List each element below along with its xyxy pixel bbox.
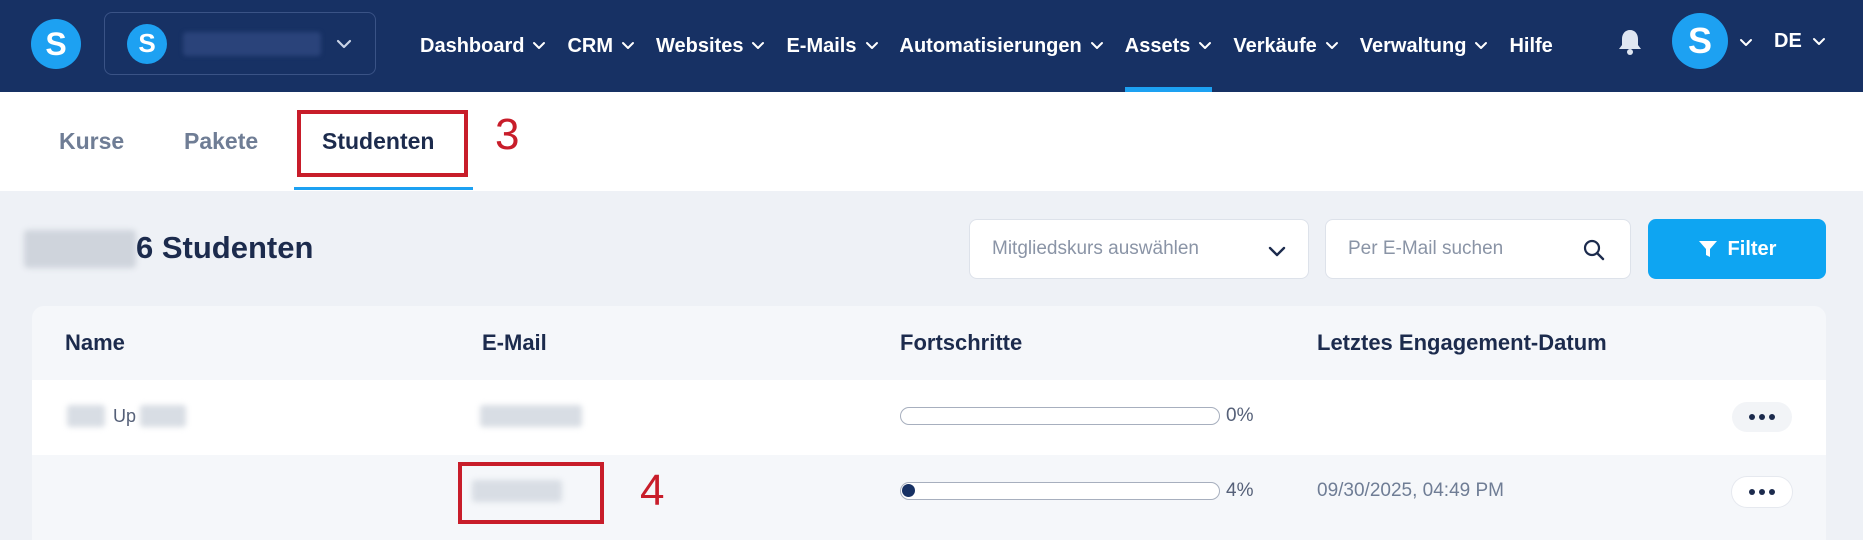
column-header-name: Name xyxy=(65,330,125,355)
chevron-down-icon xyxy=(1199,42,1212,49)
email-search-input[interactable] xyxy=(1348,238,1568,260)
chevron-down-icon xyxy=(1325,42,1338,49)
nav-item-verwaltung[interactable]: Verwaltung xyxy=(1360,0,1489,92)
account-logo: S xyxy=(127,23,167,64)
nav-item-e-mails[interactable]: E-Mails xyxy=(786,0,878,92)
chevron-down-icon[interactable] xyxy=(1738,35,1754,51)
column-header-last-engagement: Letztes Engagement-Datum xyxy=(1317,330,1607,355)
nav-item-websites[interactable]: Websites xyxy=(656,0,765,92)
name-redacted xyxy=(67,405,105,427)
app-logo[interactable]: S xyxy=(31,19,81,69)
nav-item-automatisierungen[interactable]: Automatisierungen xyxy=(900,0,1104,92)
nav-item-label: CRM xyxy=(567,34,614,57)
top-navigation-bar: S S Dashboard CRM Websites E-Mails Automatis… xyxy=(0,0,1863,92)
annotation-label-4: 4 xyxy=(640,466,665,515)
bell-icon[interactable] xyxy=(1617,28,1643,56)
progress-percent: 0% xyxy=(1226,405,1254,426)
nav-item-label: Websites xyxy=(656,34,744,57)
nav-item-label: E-Mails xyxy=(786,34,857,57)
filter-icon xyxy=(1698,241,1717,257)
annotation-box-4 xyxy=(458,462,604,524)
chevron-down-icon xyxy=(865,42,878,49)
nav-item-hilfe[interactable]: Hilfe xyxy=(1509,0,1552,92)
account-switcher[interactable]: S xyxy=(104,12,376,75)
progress-bar xyxy=(900,407,1220,425)
annotation-box-3 xyxy=(297,110,468,177)
student-name[interactable]: Up xyxy=(113,406,136,427)
nav-item-label: Assets xyxy=(1124,34,1191,57)
filter-button-label: Filter xyxy=(1727,237,1777,260)
account-name-redacted xyxy=(183,31,321,56)
chevron-down-icon xyxy=(1268,246,1286,257)
search-icon[interactable] xyxy=(1582,238,1606,262)
nav-item-label: Verwaltung xyxy=(1359,34,1467,57)
progress-fill xyxy=(902,484,915,497)
tab-pakete[interactable]: Pakete xyxy=(184,92,258,191)
nav-item-label: Automatisierungen xyxy=(899,34,1082,57)
column-header-progress: Fortschritte xyxy=(900,330,1023,355)
chevron-down-icon xyxy=(752,42,765,49)
more-horizontal-icon xyxy=(1749,414,1775,420)
nav-item-assets[interactable]: Assets xyxy=(1124,0,1213,92)
more-horizontal-icon xyxy=(1749,489,1775,495)
course-select-placeholder: Mitgliedskurs auswählen xyxy=(992,238,1199,259)
row-more-button[interactable] xyxy=(1732,477,1792,507)
chevron-down-icon xyxy=(1812,37,1825,45)
email-redacted[interactable] xyxy=(480,405,582,427)
language-selector[interactable]: DE xyxy=(1774,30,1827,53)
table-row[interactable]: 4% 09/30/2025, 04:49 PM xyxy=(32,455,1826,530)
name-redacted xyxy=(140,405,186,427)
column-header-email: E-Mail xyxy=(482,330,547,355)
table-row[interactable]: Up 0% xyxy=(32,380,1826,455)
tab-bar: Kurse Pakete Studenten xyxy=(0,92,1863,191)
language-code: DE xyxy=(1774,30,1802,52)
nav-item-label: Dashboard xyxy=(420,34,525,57)
email-search-field[interactable] xyxy=(1325,219,1631,279)
progress-percent: 4% xyxy=(1226,480,1254,501)
nav-item-crm[interactable]: CRM xyxy=(567,0,635,92)
nav-item-verkäufe[interactable]: Verkäufe xyxy=(1233,0,1338,92)
page-title: 6 Studenten xyxy=(136,230,314,265)
nav-item-label: Verkäufe xyxy=(1233,34,1317,57)
annotation-label-3: 3 xyxy=(495,110,520,159)
active-tab-indicator xyxy=(294,187,473,190)
chevron-down-icon xyxy=(1090,42,1103,49)
chevron-down-icon xyxy=(1475,42,1488,49)
user-avatar[interactable]: S xyxy=(1672,13,1728,69)
chevron-down-icon xyxy=(533,42,546,49)
students-table: Name E-Mail Fortschritte Letztes Engagem… xyxy=(32,306,1826,540)
main-menu: Dashboard CRM Websites E-Mails Automatisieru… xyxy=(420,0,1574,92)
last-engagement-date: 09/30/2025, 04:49 PM xyxy=(1317,480,1504,501)
row-more-button[interactable] xyxy=(1732,402,1792,432)
filter-button[interactable]: Filter xyxy=(1648,219,1826,279)
nav-item-label: Hilfe xyxy=(1509,34,1553,57)
chevron-down-icon xyxy=(622,42,635,49)
chevron-down-icon xyxy=(336,39,352,49)
course-select[interactable]: Mitgliedskurs auswählen xyxy=(969,219,1309,279)
table-header: Name E-Mail Fortschritte Letztes Engagem… xyxy=(32,306,1826,380)
title-redacted xyxy=(24,230,136,268)
nav-item-dashboard[interactable]: Dashboard xyxy=(420,0,546,92)
tab-kurse[interactable]: Kurse xyxy=(59,92,124,191)
progress-bar xyxy=(900,482,1220,500)
